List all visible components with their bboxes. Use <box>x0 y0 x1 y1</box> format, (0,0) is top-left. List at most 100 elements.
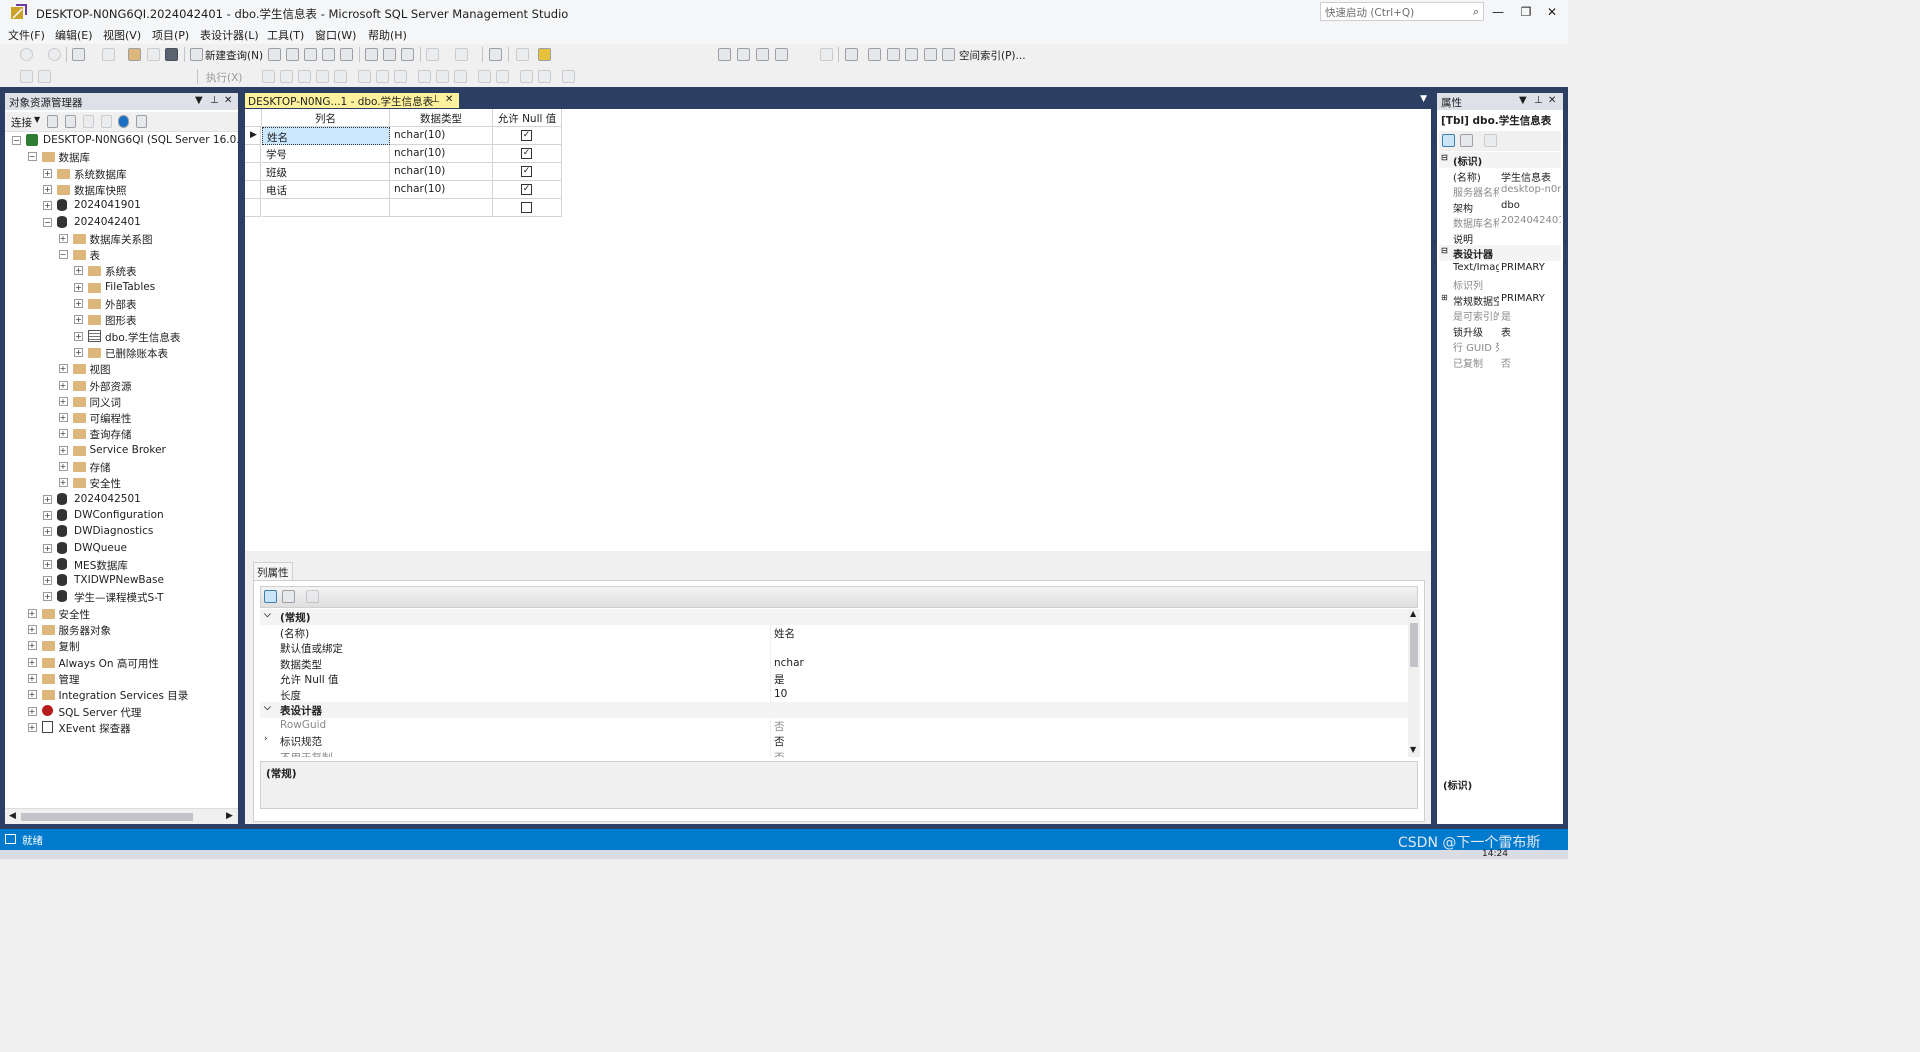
copy-icon[interactable] <box>383 48 396 61</box>
dmx-query-icon[interactable] <box>304 48 317 61</box>
expand-icon[interactable]: + <box>43 184 52 194</box>
scroll-down-icon[interactable]: ▼ <box>1410 745 1416 754</box>
tree-node[interactable]: + 图形表 <box>5 312 238 328</box>
new-query-icon[interactable] <box>190 48 203 61</box>
expand-icon[interactable]: + <box>43 592 52 602</box>
property-row[interactable]: 数据库名称 2024042401 <box>1439 214 1561 230</box>
decrease-indent-icon[interactable] <box>520 70 533 83</box>
results-text-icon[interactable] <box>418 70 431 83</box>
pin-icon[interactable]: ⊥ <box>210 95 219 106</box>
tree-node[interactable]: + 学生—课程模式S-T <box>5 589 238 605</box>
quick-launch-input[interactable]: 快速启动 (Ctrl+Q) ⌕ <box>1320 2 1484 21</box>
xmla-query-icon[interactable] <box>322 48 335 61</box>
categorized-icon[interactable] <box>1442 134 1455 147</box>
save-icon[interactable] <box>147 48 160 61</box>
data-type-cell[interactable] <box>390 199 493 217</box>
pin-icon[interactable]: ⊥ <box>431 94 440 105</box>
manage-fulltext-icon[interactable] <box>905 48 918 61</box>
tree-node[interactable]: + 存储 <box>5 459 238 475</box>
tree-node[interactable]: + 查询存储 <box>5 426 238 442</box>
tree-node[interactable]: + 复制 <box>5 638 238 654</box>
minimize-button[interactable]: — <box>1486 3 1510 21</box>
property-row[interactable]: 架构 dbo <box>1439 199 1561 215</box>
spatial-index-button[interactable]: 空间索引(P)... <box>959 48 1026 63</box>
parse-icon[interactable] <box>280 70 293 83</box>
tree-node[interactable]: + 安全性 <box>5 475 238 491</box>
expand-icon[interactable]: + <box>74 282 83 292</box>
tree-node[interactable]: + 视图 <box>5 361 238 377</box>
menu-view[interactable]: 视图(V) <box>103 27 141 43</box>
expand-icon[interactable]: + <box>58 462 68 471</box>
allow-nulls-checkbox[interactable]: ✓ <box>521 130 532 141</box>
property-category[interactable]: ⌵ (常规) <box>260 609 1408 625</box>
allow-nulls-checkbox[interactable]: ✓ <box>521 166 532 177</box>
intellisense-icon[interactable] <box>334 70 347 83</box>
increase-indent-icon[interactable] <box>538 70 551 83</box>
activity-monitor-icon[interactable] <box>136 115 147 128</box>
undo-icon[interactable] <box>426 48 439 61</box>
refresh-icon[interactable] <box>118 115 129 128</box>
expand-icon[interactable]: + <box>43 576 52 586</box>
change-connection-icon[interactable] <box>38 70 51 83</box>
tree-node[interactable]: − 数据库 <box>5 149 238 165</box>
das-query-icon[interactable] <box>340 48 353 61</box>
paste-icon[interactable] <box>401 48 414 61</box>
expand-icon[interactable]: + <box>74 299 83 308</box>
activity-monitor-icon[interactable] <box>489 48 502 61</box>
query-options-icon[interactable] <box>316 70 329 83</box>
tree-node[interactable]: + Always On 高可用性 <box>5 655 238 671</box>
connect-icon[interactable] <box>20 70 33 83</box>
property-row[interactable]: (名称) 学生信息表 <box>1439 168 1561 184</box>
find-in-files-icon[interactable] <box>538 48 551 61</box>
property-row[interactable]: 不用于复制 否 <box>260 748 1408 757</box>
property-row[interactable]: 标识列 <box>1439 276 1561 292</box>
collapse-icon[interactable]: − <box>12 136 21 145</box>
estimated-plan-icon[interactable] <box>298 70 311 83</box>
tree-node[interactable]: + TXIDWPNewBase <box>5 573 238 589</box>
window-position-icon[interactable]: ▼ <box>195 95 203 106</box>
property-row[interactable]: 允许 Null 值 是 <box>260 671 1408 687</box>
collapse-icon[interactable]: − <box>43 217 52 227</box>
property-row[interactable]: 默认值或绑定 <box>260 640 1408 656</box>
alphabetical-icon[interactable] <box>1460 134 1473 147</box>
restore-button[interactable]: ❐ <box>1514 3 1538 21</box>
tree-node[interactable]: + DWQueue <box>5 541 238 557</box>
row-selector[interactable] <box>245 163 261 181</box>
tree-node[interactable]: + 系统数据库 <box>5 166 238 182</box>
collapse-icon[interactable]: − <box>27 152 37 162</box>
tree-node[interactable]: + SQL Server 代理 <box>5 704 238 720</box>
expand-icon[interactable]: + <box>58 396 68 406</box>
property-row[interactable]: Text/ImagePRIMARY <box>1439 261 1561 277</box>
close-icon[interactable]: ✕ <box>1548 95 1556 106</box>
tree-node[interactable]: − 表 <box>5 247 238 263</box>
menu-help[interactable]: 帮助(H) <box>368 27 407 43</box>
open-file-icon[interactable] <box>128 48 141 61</box>
results-grid-icon[interactable] <box>436 70 449 83</box>
tree-node[interactable]: + DWDiagnostics <box>5 524 238 540</box>
tree-node[interactable]: +2024042501 <box>5 492 238 508</box>
property-pages-icon[interactable] <box>306 590 319 603</box>
solution-explorer-icon[interactable] <box>718 48 731 61</box>
expand-icon[interactable]: + <box>27 625 37 634</box>
expand-icon[interactable]: + <box>27 641 37 651</box>
expand-icon[interactable]: + <box>43 559 52 569</box>
tree-node[interactable]: − DESKTOP-N0NG6QI (SQL Server 16.0.111 <box>5 133 238 149</box>
collapse-icon[interactable]: − <box>58 250 68 260</box>
filter-icon[interactable] <box>101 115 112 128</box>
tree-node[interactable]: − 2024042401 <box>5 215 238 231</box>
tree-node[interactable]: + 数据库关系图 <box>5 231 238 247</box>
data-type-cell[interactable]: nchar(10) <box>390 127 493 145</box>
allow-nulls-checkbox[interactable] <box>521 202 532 213</box>
execute-button[interactable]: 执行(X) <box>206 70 242 85</box>
db-engine-query-icon[interactable] <box>268 48 281 61</box>
solution-config-icon[interactable] <box>516 48 529 61</box>
menu-window[interactable]: 窗口(W) <box>315 27 356 43</box>
manage-relationships-icon[interactable] <box>868 48 881 61</box>
tree-node[interactable]: + 同义词 <box>5 394 238 410</box>
property-row[interactable]: RowGuid 否 <box>260 717 1408 733</box>
collapse-icon[interactable]: ⌵ <box>264 703 271 713</box>
connect-button[interactable]: 连接 <box>11 115 32 130</box>
window-position-icon[interactable]: ▼ <box>1519 95 1527 106</box>
tree-node[interactable]: + Service Broker <box>5 443 238 459</box>
results-file-icon[interactable] <box>454 70 467 83</box>
